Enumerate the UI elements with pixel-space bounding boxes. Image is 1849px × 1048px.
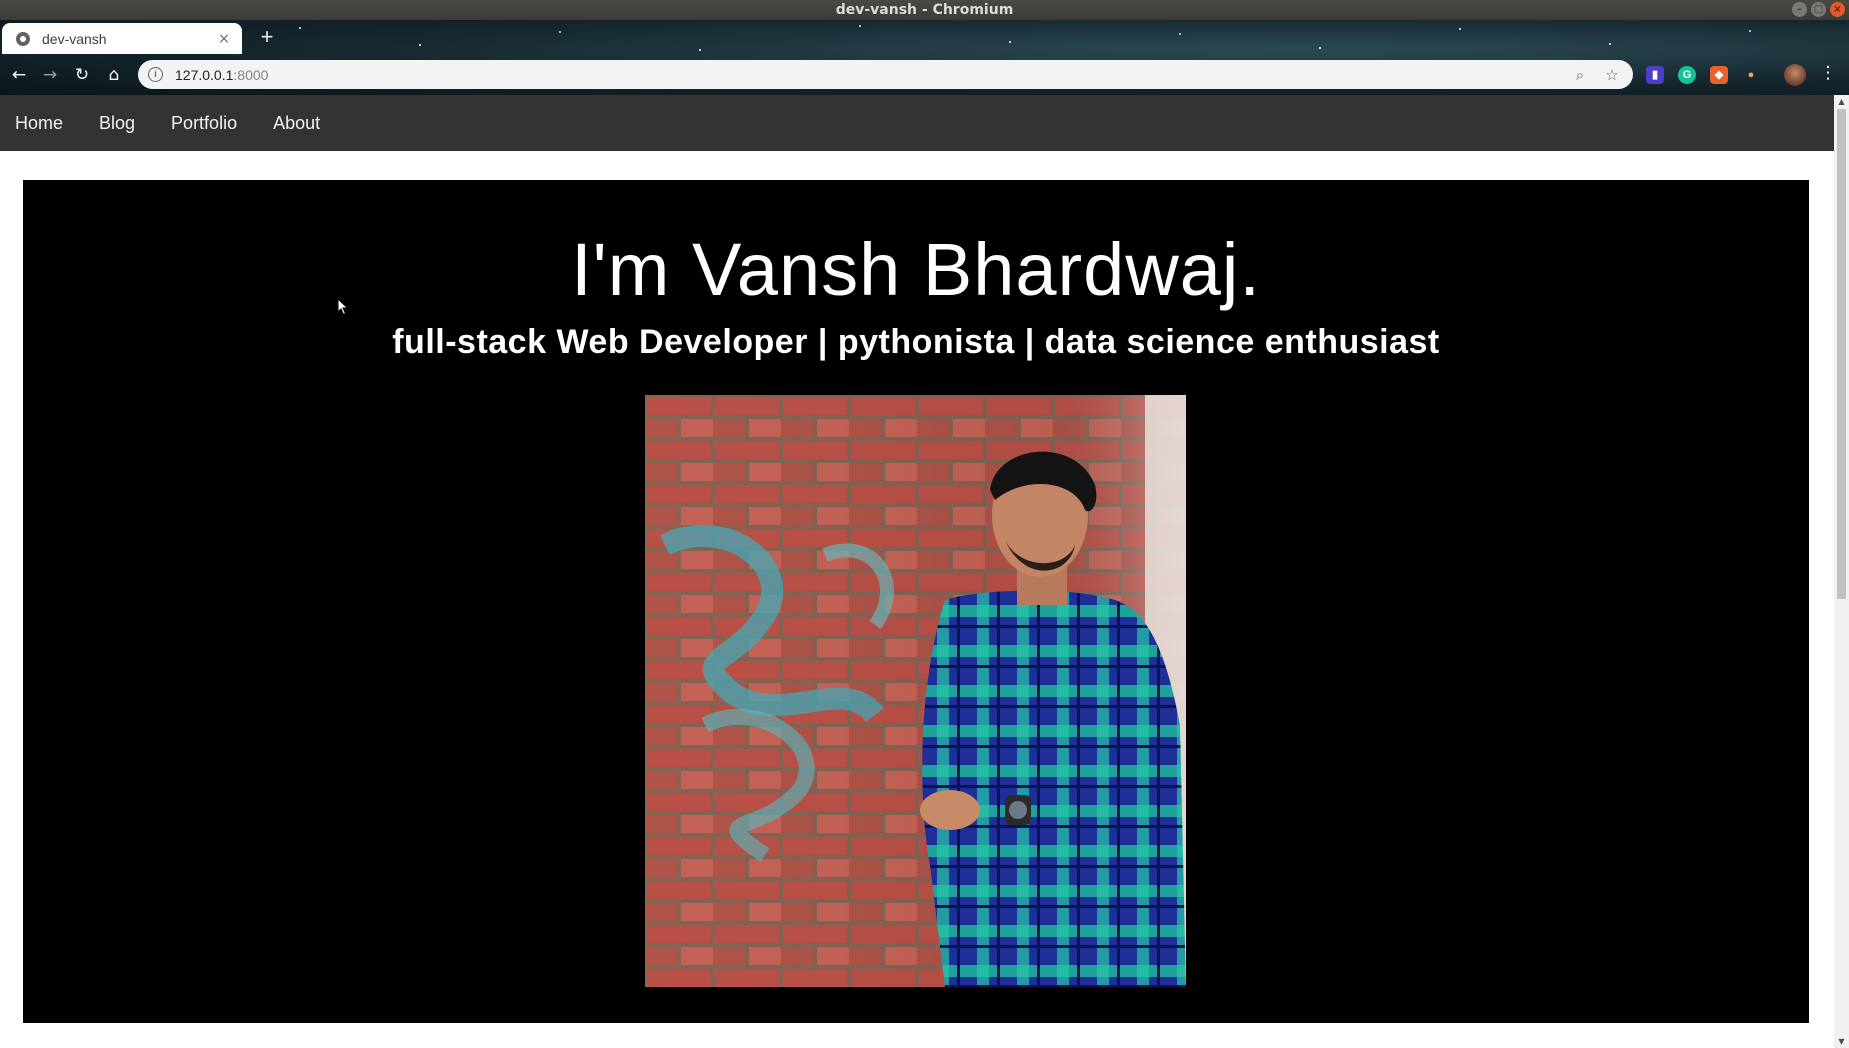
- forward-arrow-icon[interactable]: →: [38, 63, 62, 87]
- nav-about[interactable]: About: [255, 95, 338, 151]
- info-icon[interactable]: i: [148, 67, 163, 82]
- home-icon[interactable]: ⌂: [102, 63, 126, 87]
- star-icon[interactable]: ☆: [1601, 66, 1623, 84]
- browser-frame: dev-vansh × + ← → ↻ ⌂ i 127.0.0.1:8000 ⌕…: [0, 20, 1849, 95]
- scroll-down-icon[interactable]: ▼: [1834, 1037, 1849, 1046]
- zoom-icon[interactable]: ⌕: [1569, 66, 1591, 84]
- profile-photo: [645, 395, 1186, 987]
- page-scrollbar[interactable]: ▲ ▼: [1834, 95, 1849, 1048]
- hero-section: I'm Vansh Bhardwaj. full-stack Web Devel…: [23, 180, 1809, 1023]
- browser-tab[interactable]: dev-vansh ×: [2, 23, 242, 54]
- tab-close-icon[interactable]: ×: [216, 31, 232, 47]
- hero-title: I'm Vansh Bhardwaj.: [571, 228, 1261, 311]
- back-arrow-icon[interactable]: ←: [7, 63, 31, 87]
- url-host: 127.0.0.1: [175, 66, 234, 83]
- nav-blog[interactable]: Blog: [81, 95, 153, 151]
- mouse-cursor-icon: [337, 297, 349, 320]
- grammarly-icon[interactable]: G: [1678, 66, 1696, 84]
- url-port: :8000: [233, 66, 269, 83]
- kebab-menu-icon[interactable]: ⋮: [1818, 63, 1838, 83]
- nav-home[interactable]: Home: [0, 95, 81, 151]
- window-titlebar: dev-vansh - Chromium – □ ×: [0, 0, 1849, 20]
- scrollbar-thumb[interactable]: [1837, 109, 1846, 599]
- nav-portfolio[interactable]: Portfolio: [153, 95, 255, 151]
- window-title: dev-vansh - Chromium: [835, 2, 1014, 18]
- page-viewport: Home Blog Portfolio About I'm Vansh Bhar…: [0, 95, 1834, 1048]
- profile-avatar[interactable]: [1784, 64, 1806, 86]
- minimize-icon[interactable]: –: [1792, 2, 1807, 17]
- extension-light-icon[interactable]: ●: [1742, 66, 1760, 84]
- extension-orange-icon[interactable]: ◆: [1710, 66, 1728, 84]
- hero-subtitle: full-stack Web Developer | pythonista | …: [392, 323, 1440, 361]
- window-controls: – □ ×: [1792, 2, 1845, 17]
- url-text[interactable]: 127.0.0.1:8000: [175, 67, 1559, 83]
- tab-title: dev-vansh: [42, 30, 107, 47]
- scroll-up-icon[interactable]: ▲: [1834, 97, 1849, 106]
- close-window-icon[interactable]: ×: [1830, 2, 1845, 17]
- new-tab-button[interactable]: +: [256, 26, 278, 48]
- browser-toolbar: ← → ↻ ⌂ i 127.0.0.1:8000 ⌕ ☆ ▮ G ◆ ● ⋮: [0, 54, 1849, 95]
- maximize-icon[interactable]: □: [1811, 2, 1826, 17]
- extension-purple-icon[interactable]: ▮: [1646, 66, 1664, 84]
- reload-icon[interactable]: ↻: [70, 63, 94, 87]
- globe-icon: [16, 31, 30, 46]
- address-bar[interactable]: i 127.0.0.1:8000 ⌕ ☆: [138, 60, 1633, 89]
- site-nav: Home Blog Portfolio About: [0, 95, 1834, 151]
